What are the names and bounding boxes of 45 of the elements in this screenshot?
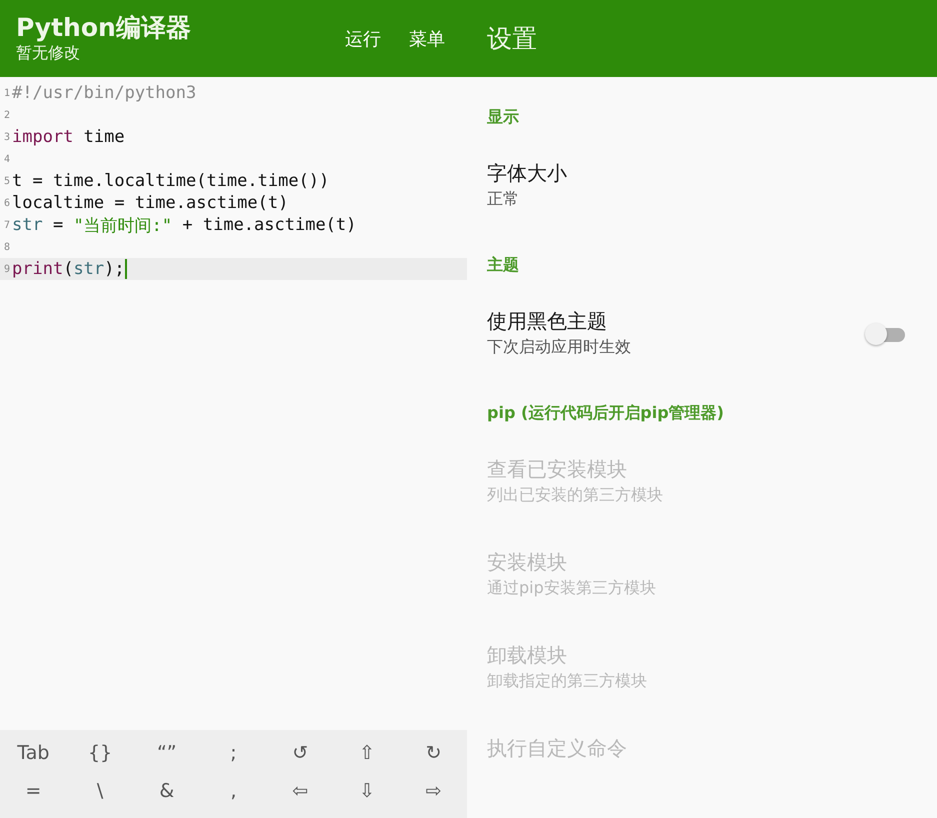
symbol-key[interactable]: “” (133, 736, 200, 770)
setting-summary: 正常 (487, 188, 520, 210)
app-subtitle: 暂无修改 (16, 43, 81, 64)
code-line: str = "当前时间:" + time.asctime(t) (12, 214, 356, 236)
setting-title[interactable]: 字体大小 (487, 160, 917, 187)
code-line: import time (12, 127, 125, 147)
category-header: pip (运行代码后开启pip管理器) (487, 402, 725, 424)
toolbar-action[interactable]: 菜单 (395, 18, 459, 58)
setting-summary: 列出已安装的第三方模块 (487, 484, 664, 506)
code-line: print(str); (12, 259, 127, 279)
line-number: 4 (2, 154, 11, 164)
line-number: 7 (2, 220, 11, 230)
toggle-switch[interactable] (865, 322, 907, 344)
setting-title[interactable]: 使用黑色主题 (487, 308, 865, 335)
settings-title: 设置 (487, 23, 537, 55)
symbol-key[interactable]: ↺ (266, 736, 334, 770)
setting-summary: 通过pip安装第三方模块 (487, 577, 657, 599)
symbol-key[interactable]: ⇧ (334, 736, 400, 770)
symbol-key[interactable]: {} (66, 736, 134, 770)
symbol-key[interactable]: ⇦ (266, 774, 334, 808)
symbol-key[interactable]: & (133, 774, 200, 808)
line-number: 9 (2, 264, 11, 274)
toolbar-action[interactable]: 运行 (331, 18, 395, 58)
line-number: 8 (2, 242, 11, 252)
code-line: t = time.localtime(time.time()) (12, 171, 330, 191)
symbol-key[interactable]: ; (200, 736, 267, 770)
setting-summary: 下次启动应用时生效 (487, 336, 632, 358)
line-number: 6 (2, 198, 11, 208)
symbol-key[interactable]: ⇩ (334, 774, 400, 808)
symbol-key[interactable]: ↻ (400, 736, 467, 770)
symbol-key[interactable]: , (200, 774, 267, 808)
code-line: localtime = time.asctime(t) (12, 193, 288, 213)
symbol-key[interactable]: = (0, 774, 67, 808)
category-header: 主题 (487, 254, 520, 276)
symbol-key[interactable]: ⇨ (400, 774, 467, 808)
app-title: Python编译器 (16, 13, 192, 43)
line-number: 2 (2, 110, 11, 120)
category-header: 显示 (487, 106, 520, 128)
line-number: 3 (2, 132, 11, 142)
line-number: 1 (2, 88, 11, 98)
symbol-key[interactable]: Tab (0, 736, 67, 770)
setting-summary: 卸载指定的第三方模块 (487, 670, 648, 692)
code-line: #!/usr/bin/python3 (12, 83, 196, 103)
line-number: 5 (2, 176, 11, 186)
symbol-key[interactable]: \ (66, 774, 134, 808)
